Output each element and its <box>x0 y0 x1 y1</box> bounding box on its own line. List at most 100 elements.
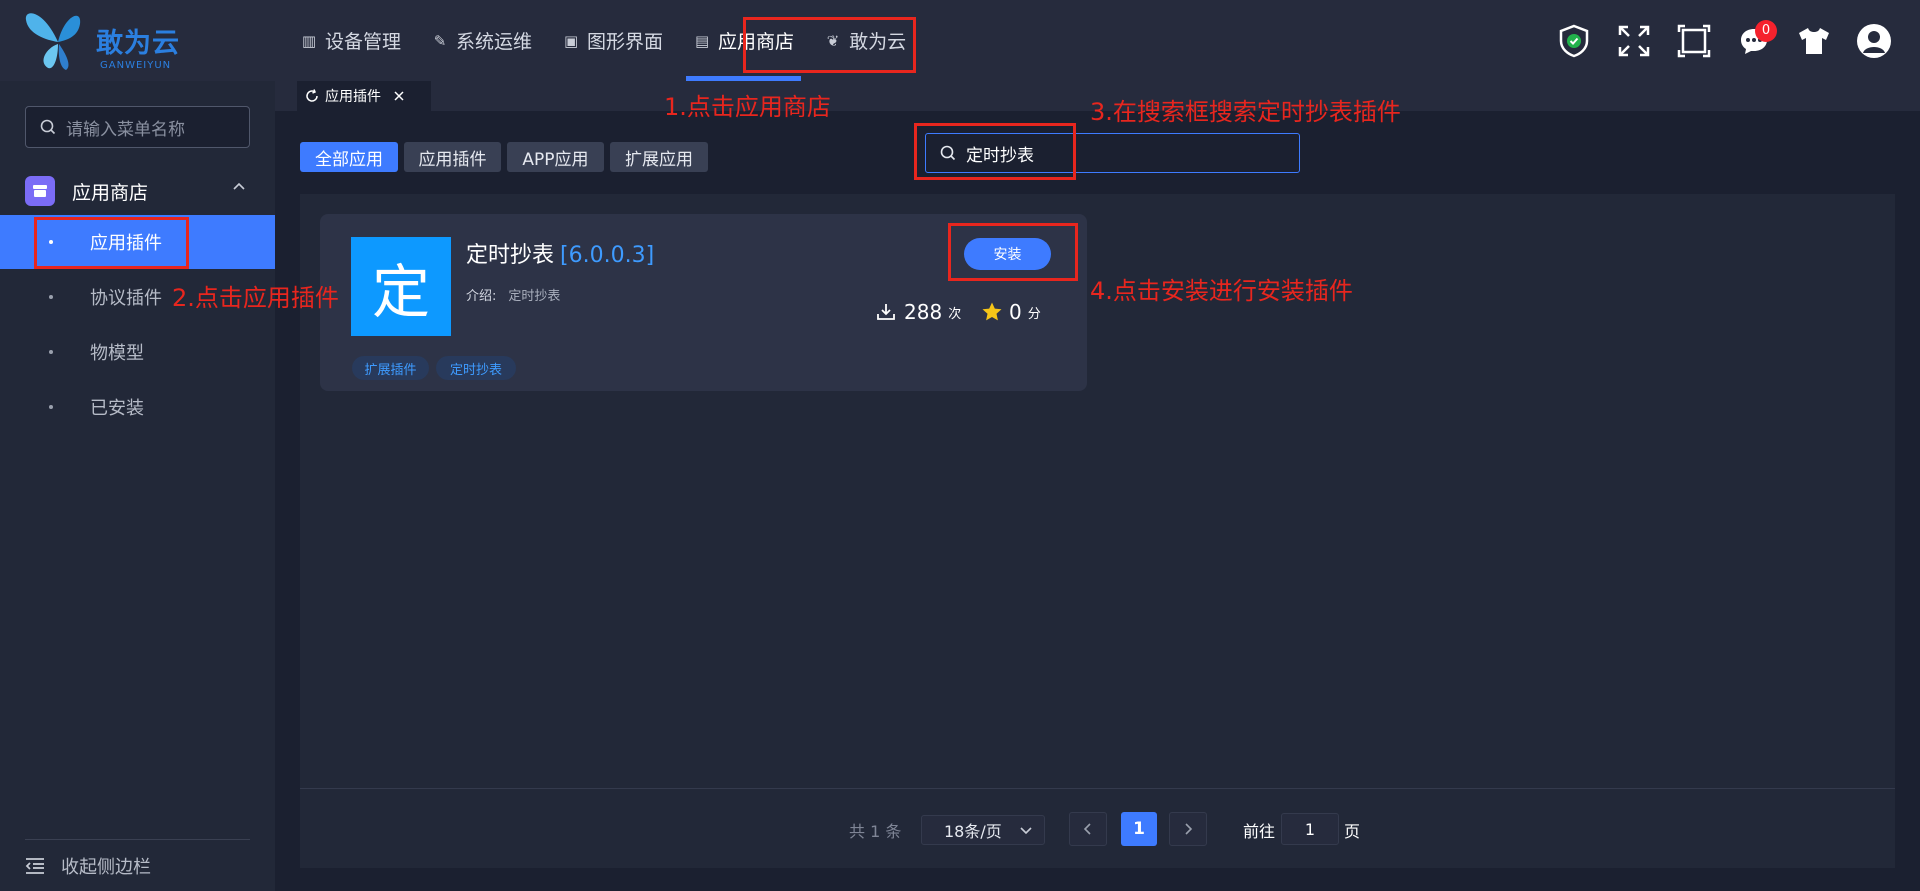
search-icon <box>940 145 956 161</box>
goto-unit: 页 <box>1344 822 1361 841</box>
app-name: 定时抄表 <box>466 243 555 268</box>
tab-app-plugins-inner: 应用插件 <box>297 81 431 111</box>
bullet-icon <box>49 240 53 244</box>
star-icon <box>982 302 1002 321</box>
bullet-icon <box>49 350 53 354</box>
collapse-menu-icon <box>25 858 44 874</box>
expand-arrows-icon <box>1618 25 1650 56</box>
device-grid-icon: ▥ <box>301 31 317 50</box>
chevron-down-icon <box>1020 827 1032 835</box>
download-stat: 288 次 <box>876 300 961 324</box>
app-icon: 定 <box>351 237 451 336</box>
download-unit: 次 <box>948 306 962 322</box>
brand-name: 敢为云 <box>96 28 180 59</box>
filter-app-plugins[interactable]: 应用插件 <box>404 142 501 172</box>
chevron-left-icon <box>1083 823 1091 835</box>
goto-label: 前往 <box>1243 822 1276 841</box>
plugin-search-value: 定时抄表 <box>966 145 1034 166</box>
messages-button[interactable]: 0 <box>1724 11 1784 71</box>
menu-search-input[interactable]: 请输入菜单名称 <box>25 106 250 148</box>
collapse-sidebar-label: 收起侧边栏 <box>61 857 151 878</box>
nav-device-management[interactable]: ▥ 设备管理 <box>285 0 416 81</box>
bullet-icon <box>49 405 53 409</box>
sidebar-group-app-store[interactable]: 应用商店 <box>0 166 275 216</box>
main-nav: ▥ 设备管理 ✎ 系统运维 ▣ 图形界面 ▤ 应用商店 ❦ 敢为云 <box>285 0 921 81</box>
chevron-up-icon <box>233 182 245 190</box>
toolbar-icons: 0 <box>1544 0 1904 81</box>
nav-graphic-ui[interactable]: ▣ 图形界面 <box>547 0 678 81</box>
top-bar: 敢为云 GANWEIYUN ▥ 设备管理 ✎ 系统运维 ▣ 图形界面 ▤ 应用商… <box>0 0 1920 81</box>
close-tab-icon[interactable] <box>393 90 405 102</box>
filter-all-apps[interactable]: 全部应用 <box>300 142 398 172</box>
frame-icon <box>1677 24 1711 57</box>
app-intro: 介绍: 定时抄表 <box>466 285 560 304</box>
sidebar-item-installed[interactable]: 已安装 <box>0 380 275 434</box>
sidebar-item-label: 应用插件 <box>90 233 162 254</box>
filter-app-apps[interactable]: APP应用 <box>507 142 604 172</box>
sidebar-divider <box>25 839 250 840</box>
fullscreen-button[interactable] <box>1604 11 1664 71</box>
prev-page-button[interactable] <box>1069 812 1107 846</box>
app-intro-value: 定时抄表 <box>508 289 561 304</box>
install-button[interactable]: 安装 <box>964 238 1051 270</box>
tab-app-plugins[interactable]: 应用插件 <box>297 81 711 111</box>
store-icon <box>25 176 55 206</box>
sidebar-item-label: 物模型 <box>90 343 144 364</box>
user-avatar-button[interactable] <box>1844 11 1904 71</box>
brand-logo[interactable]: 敢为云 GANWEIYUN <box>22 6 197 76</box>
butterfly-icon: ❦ <box>826 31 840 50</box>
bullet-icon <box>49 295 53 299</box>
tab-label: 应用插件 <box>325 89 381 105</box>
sidebar-group-label: 应用商店 <box>72 181 149 204</box>
collapse-sidebar-button[interactable]: 收起侧边栏 <box>25 851 151 881</box>
page-size-value: 18条/页 <box>944 822 1002 841</box>
nav-system-ops[interactable]: ✎ 系统运维 <box>416 0 547 81</box>
pagination-divider <box>300 788 1895 789</box>
brand-subtitle: GANWEIYUN <box>100 60 172 71</box>
menu-search-placeholder: 请输入菜单名称 <box>66 119 185 140</box>
nav-label: 图形界面 <box>587 31 664 53</box>
search-icon <box>40 119 56 135</box>
plugin-search-input[interactable]: 定时抄表 <box>925 133 1300 173</box>
chevron-right-icon <box>1185 823 1193 835</box>
page-number-current[interactable]: 1 <box>1121 812 1157 846</box>
goto-page-input[interactable]: 1 <box>1281 813 1339 845</box>
screen-frame-button[interactable] <box>1664 11 1724 71</box>
nav-ganweiyun[interactable]: ❦ 敢为云 <box>809 0 921 81</box>
sidebar-item-thing-model[interactable]: 物模型 <box>0 325 275 379</box>
download-count: 288 <box>904 300 943 324</box>
app-intro-label: 介绍: <box>466 289 497 304</box>
rating-value: 0 <box>1009 300 1022 324</box>
nav-label: 设备管理 <box>325 31 402 53</box>
user-avatar-icon <box>1857 23 1891 58</box>
app-tag: 定时抄表 <box>436 356 516 380</box>
app-title: 定时抄表 [6.0.0.3] <box>466 237 654 269</box>
butterfly-logo-icon <box>25 13 81 70</box>
app-version: [6.0.0.3] <box>560 243 655 268</box>
download-icon <box>877 304 895 320</box>
tabs-bar: 应用插件 <box>275 81 1920 111</box>
nav-label: 应用商店 <box>718 31 795 53</box>
rating-unit: 分 <box>1027 306 1041 322</box>
nav-label: 系统运维 <box>456 31 533 53</box>
shield-icon <box>1559 24 1589 57</box>
app-tag: 扩展插件 <box>352 356 429 380</box>
rating-stat: 0 分 <box>981 300 1041 324</box>
pagination-total: 共 1 条 <box>849 822 902 841</box>
refresh-icon[interactable] <box>305 89 319 103</box>
nav-app-store[interactable]: ▤ 应用商店 <box>678 0 809 81</box>
theme-skin-button[interactable] <box>1784 11 1844 71</box>
wrench-icon: ✎ <box>433 31 447 50</box>
nav-label: 敢为云 <box>849 31 907 53</box>
message-count-badge: 0 <box>1755 19 1777 42</box>
security-shield-button[interactable] <box>1544 11 1604 71</box>
sidebar-item-label: 协议插件 <box>90 288 162 309</box>
monitor-icon: ▣ <box>563 31 579 50</box>
sidebar-item-app-plugins[interactable]: 应用插件 <box>0 215 275 269</box>
tshirt-icon <box>1799 27 1829 54</box>
sidebar-item-protocol-plugins[interactable]: 协议插件 <box>0 270 275 324</box>
filter-extension-apps[interactable]: 扩展应用 <box>610 142 708 172</box>
next-page-button[interactable] <box>1169 812 1207 846</box>
page-size-select[interactable]: 18条/页 <box>921 815 1045 845</box>
sidebar-item-label: 已安装 <box>90 398 144 419</box>
